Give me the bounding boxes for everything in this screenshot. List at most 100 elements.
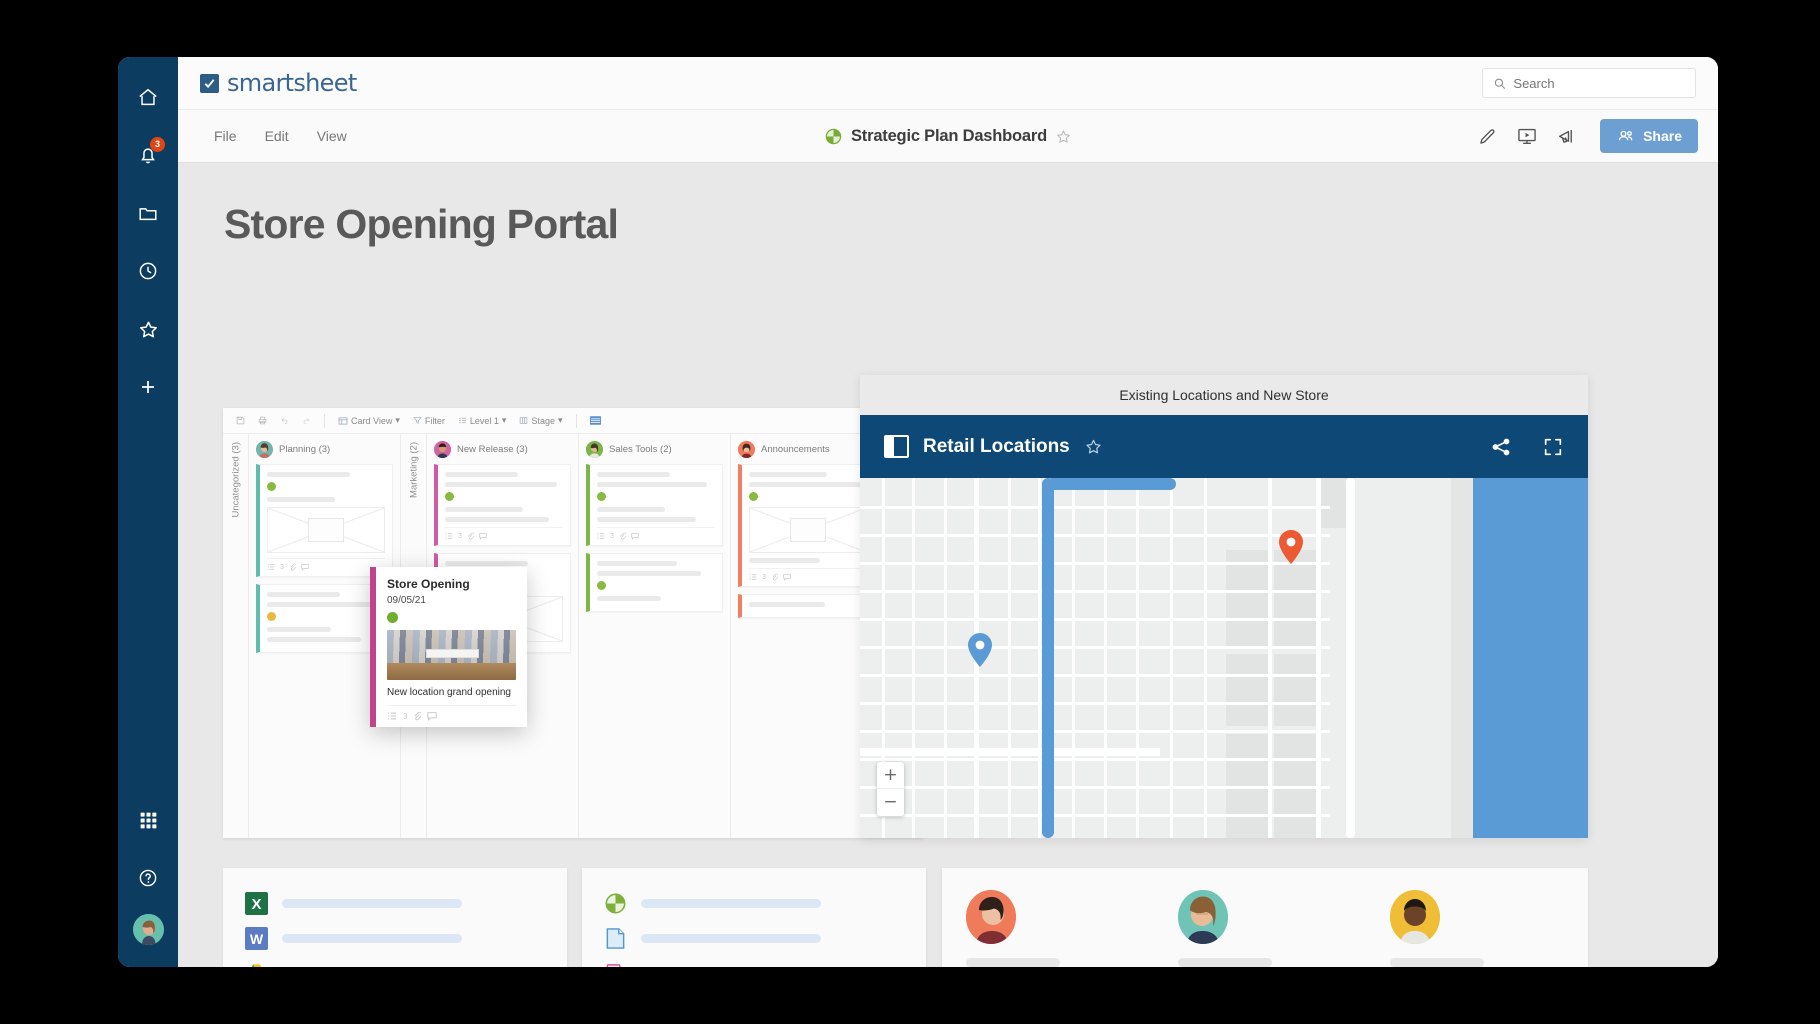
excel-file-icon: X (245, 892, 268, 915)
share-nodes-icon[interactable] (1490, 436, 1512, 458)
print-icon[interactable] (253, 414, 272, 427)
sidebar-item-home[interactable] (126, 75, 170, 119)
list-item[interactable] (582, 886, 926, 921)
announcements-button[interactable] (1556, 125, 1578, 147)
board-card[interactable]: 3 (586, 464, 723, 546)
sidebar-item-recents[interactable] (126, 249, 170, 293)
smartsheet-logo[interactable]: smartsheet (200, 69, 357, 97)
comment-count: 3 (458, 532, 462, 540)
map-zoom-in-button[interactable]: + (877, 762, 904, 789)
card-text-placeholder (749, 558, 820, 563)
sidebar-item-create[interactable] (126, 365, 170, 409)
checkbox-check-icon (200, 73, 219, 93)
share-button[interactable]: Share (1600, 119, 1698, 153)
level-selector[interactable]: Level 1 ▾ (453, 413, 512, 428)
side-panel-icon[interactable] (884, 435, 909, 458)
list-item[interactable] (223, 956, 567, 967)
person-card[interactable] (1178, 890, 1308, 967)
map-highway (1346, 478, 1355, 838)
avatar (738, 440, 755, 458)
share-button-label: Share (1643, 128, 1682, 144)
items-widget[interactable] (582, 868, 926, 967)
sidebar-item-notifications[interactable]: 3 (126, 133, 170, 177)
map-shoreline (1451, 478, 1473, 838)
dashboard-pie-icon (604, 892, 627, 915)
new-store-pin[interactable] (1279, 530, 1303, 564)
svg-text:X: X (251, 896, 261, 913)
search-input[interactable] (1513, 75, 1685, 91)
document-title-group: Strategic Plan Dashboard (824, 127, 1072, 146)
map-widget: Existing Locations and New Store Retail … (860, 375, 1588, 838)
map-road (860, 646, 1330, 649)
sidebar-item-apps[interactable] (126, 798, 170, 842)
card-title-placeholder (597, 472, 671, 477)
search-box[interactable] (1482, 68, 1696, 98)
board-card[interactable]: 3 (256, 464, 393, 577)
map-road (860, 702, 1330, 705)
save-icon[interactable] (231, 414, 250, 427)
edit-button[interactable] (1477, 126, 1498, 147)
list-item[interactable]: W (223, 921, 567, 956)
people-widget[interactable] (942, 868, 1588, 967)
sheet-icon (604, 927, 627, 950)
menu-item-file[interactable]: File (200, 122, 251, 150)
store-opening-card[interactable]: Store Opening 09/05/21 New location gran… (370, 567, 527, 727)
filter-button[interactable]: Filter (408, 414, 450, 428)
expand-fullscreen-icon[interactable] (1542, 436, 1564, 458)
map-water-body (1466, 478, 1588, 838)
map-road (1008, 478, 1011, 838)
undo-icon[interactable] (275, 414, 294, 427)
store-photo (387, 630, 516, 680)
map-canvas[interactable]: + − (860, 478, 1588, 838)
list-item[interactable] (582, 956, 926, 967)
search-icon (1494, 78, 1506, 89)
map-road (1170, 478, 1173, 838)
grid-toggle-icon[interactable] (585, 414, 606, 427)
lane-uncategorized[interactable]: Uncategorized (3) (223, 434, 249, 838)
redo-icon[interactable] (297, 414, 316, 427)
sidebar-item-account-avatar[interactable] (132, 914, 164, 945)
dashboard-canvas: Store Opening Portal Card View ▾ Filter … (178, 163, 1718, 967)
map-road (860, 674, 1330, 677)
text-placeholder (282, 899, 462, 908)
text-placeholder (1390, 958, 1484, 967)
status-dot (597, 581, 606, 590)
grid-apps-icon (140, 812, 156, 828)
present-button[interactable] (1516, 125, 1538, 147)
sidebar-item-browse[interactable] (126, 191, 170, 235)
map-road (1316, 478, 1321, 838)
card-text-placeholder (749, 482, 863, 487)
star-outline-icon[interactable] (1055, 128, 1072, 145)
card-title-placeholder (445, 472, 519, 477)
map-header-actions (1490, 436, 1564, 458)
card-text-placeholder (597, 507, 666, 512)
board-card[interactable] (586, 553, 723, 612)
board-card[interactable]: 3 (434, 464, 571, 546)
sidebar-item-help[interactable] (126, 856, 170, 900)
comment-count: 3 (280, 563, 284, 571)
menu-item-view[interactable]: View (303, 122, 361, 150)
checklist-icon (387, 712, 397, 720)
card-view-selector[interactable]: Card View ▾ (333, 413, 405, 428)
list-item[interactable]: X (223, 886, 567, 921)
document-toolbar: Share (1477, 119, 1698, 153)
sidebar-item-favorites[interactable] (126, 307, 170, 351)
brand-bar: smartsheet (178, 57, 1718, 110)
menu-item-edit[interactable]: Edit (251, 122, 303, 150)
existing-location-pin[interactable] (968, 633, 992, 667)
map-zoom-out-button[interactable]: − (877, 789, 904, 816)
star-outline-icon[interactable] (1084, 437, 1103, 456)
board-card[interactable]: 3 (738, 464, 875, 587)
document-menu-bar: File Edit View Strategic Plan Dashboard (178, 110, 1718, 163)
board-card[interactable] (738, 594, 875, 618)
list-item[interactable] (582, 921, 926, 956)
lane-label: Marketing (2) (408, 442, 419, 498)
person-card[interactable] (966, 890, 1096, 967)
card-title-placeholder (267, 472, 350, 477)
card-view-widget[interactable]: Card View ▾ Filter Level 1 ▾ Stage ▾ Unc… (223, 408, 923, 838)
files-widget[interactable]: X W (223, 868, 567, 967)
checklist-icon (597, 533, 605, 539)
person-card[interactable] (1390, 890, 1520, 967)
stage-selector[interactable]: Stage ▾ (514, 413, 567, 428)
map-road (944, 478, 947, 838)
